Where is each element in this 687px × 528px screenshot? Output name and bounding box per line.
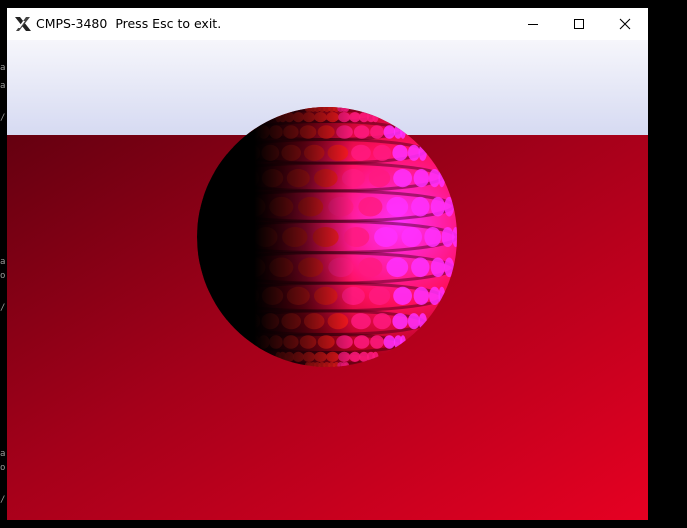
close-icon (619, 15, 631, 34)
title-bar[interactable]: CMPS-3480 Press Esc to exit. (7, 8, 648, 40)
maximize-icon (573, 15, 585, 34)
minimize-button[interactable] (510, 8, 556, 40)
maximize-button[interactable] (556, 8, 602, 40)
render-viewport[interactable] (7, 40, 648, 520)
window-title-hint: Press Esc to exit. (115, 16, 222, 31)
raytraced-scene (7, 40, 648, 520)
window-title: CMPS-3480 Press Esc to exit. (36, 16, 221, 31)
minimize-icon (527, 15, 539, 34)
app-window: CMPS-3480 Press Esc to exit. (7, 8, 648, 520)
x-window-system-icon (14, 16, 32, 32)
close-button[interactable] (602, 8, 648, 40)
window-title-name: CMPS-3480 (36, 16, 108, 31)
